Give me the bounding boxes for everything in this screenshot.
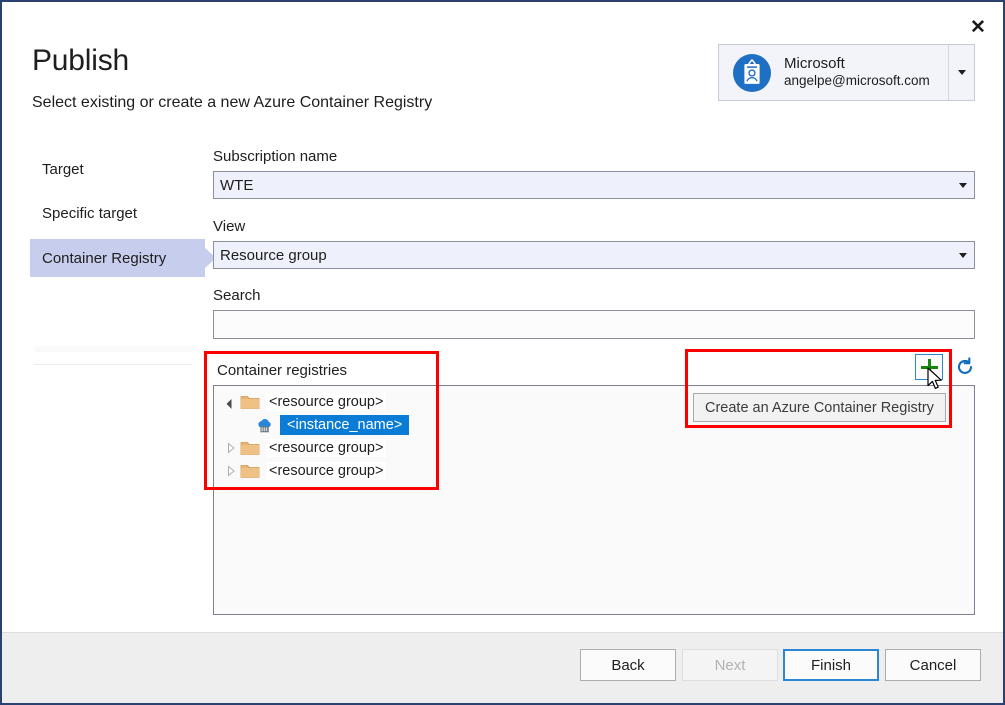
tooltip-create-registry: Create an Azure Container Registry bbox=[693, 393, 946, 422]
tree-item-label: <instance_name> bbox=[280, 415, 409, 435]
account-organization: Microsoft bbox=[784, 55, 948, 74]
refresh-icon bbox=[955, 357, 975, 377]
account-email: angelpe@microsoft.com bbox=[784, 73, 948, 90]
view-dropdown[interactable]: Resource group bbox=[213, 241, 975, 269]
tree-item-label: <resource group> bbox=[266, 462, 386, 480]
sidebar-item-target[interactable]: Target bbox=[30, 150, 205, 188]
publish-dialog: ✕ Publish Select existing or create a ne… bbox=[0, 0, 1005, 705]
sidebar-divider bbox=[34, 346, 192, 352]
tree-item-resource-group[interactable]: <resource group> bbox=[222, 391, 386, 413]
account-selector[interactable]: Microsoft angelpe@microsoft.com bbox=[718, 44, 975, 101]
triangle-collapsed-icon[interactable] bbox=[222, 439, 240, 457]
refresh-button[interactable] bbox=[952, 354, 978, 380]
subscription-dropdown[interactable]: WTE bbox=[213, 171, 975, 199]
cancel-button[interactable]: Cancel bbox=[885, 649, 981, 681]
id-badge-icon bbox=[733, 54, 771, 92]
plus-icon bbox=[920, 358, 939, 377]
back-button[interactable]: Back bbox=[580, 649, 676, 681]
dialog-footer: Back Next Finish Cancel bbox=[2, 632, 1003, 703]
triangle-expanded-icon[interactable] bbox=[222, 393, 240, 411]
create-registry-button[interactable] bbox=[915, 354, 943, 380]
sidebar-divider bbox=[34, 364, 192, 365]
chevron-down-icon bbox=[952, 253, 974, 258]
subscription-value: WTE bbox=[220, 177, 952, 194]
tree-item-instance[interactable]: <instance_name> bbox=[254, 414, 409, 436]
view-value: Resource group bbox=[220, 247, 952, 264]
triangle-collapsed-icon[interactable] bbox=[222, 462, 240, 480]
account-text: Microsoft angelpe@microsoft.com bbox=[784, 55, 948, 91]
sidebar-item-label: Target bbox=[42, 161, 84, 178]
page-title: Publish bbox=[32, 44, 129, 78]
view-label: View bbox=[213, 218, 245, 235]
account-dropdown-toggle[interactable] bbox=[948, 45, 974, 100]
search-input[interactable] bbox=[213, 310, 975, 339]
next-button: Next bbox=[682, 649, 778, 681]
sidebar-item-label: Specific target bbox=[42, 205, 137, 222]
search-label: Search bbox=[213, 287, 261, 304]
sidebar-item-specific-target[interactable]: Specific target bbox=[30, 194, 205, 232]
tree-item-label: <resource group> bbox=[266, 439, 386, 457]
page-subtitle: Select existing or create a new Azure Co… bbox=[32, 94, 432, 112]
close-icon[interactable]: ✕ bbox=[965, 14, 991, 40]
subscription-label: Subscription name bbox=[213, 148, 337, 165]
finish-button[interactable]: Finish bbox=[783, 649, 879, 681]
folder-icon bbox=[240, 439, 260, 457]
container-registry-icon bbox=[254, 416, 274, 434]
chevron-down-icon bbox=[952, 183, 974, 188]
tree-item-resource-group[interactable]: <resource group> bbox=[222, 437, 386, 459]
sidebar-item-label: Container Registry bbox=[42, 250, 166, 267]
tree-item-resource-group[interactable]: <resource group> bbox=[222, 460, 386, 482]
folder-icon bbox=[240, 393, 260, 411]
folder-icon bbox=[240, 462, 260, 480]
chevron-down-icon bbox=[958, 70, 966, 75]
container-registries-label: Container registries bbox=[217, 362, 347, 379]
sidebar-item-container-registry[interactable]: Container Registry bbox=[30, 239, 205, 277]
tree-item-label: <resource group> bbox=[266, 393, 386, 411]
